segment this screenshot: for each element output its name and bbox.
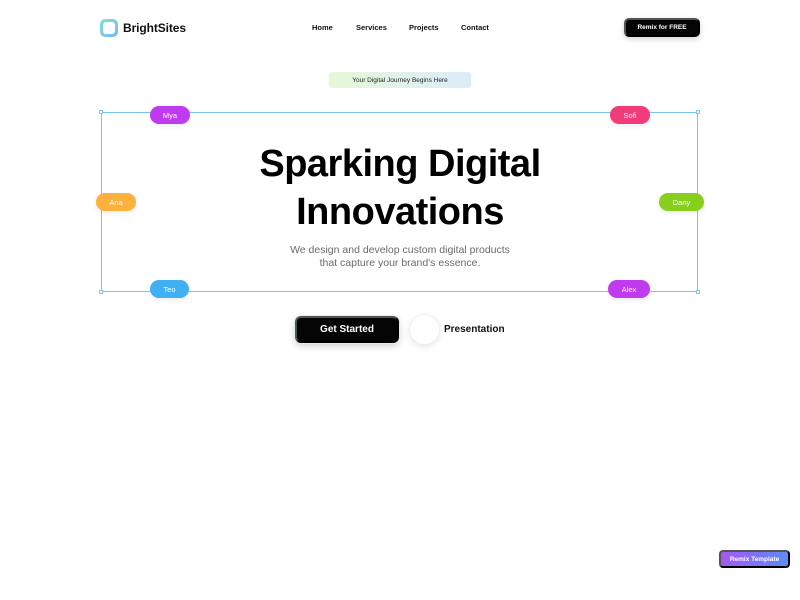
brand-name: BrightSites [123,21,186,35]
hero-subtitle-line1: We design and develop custom digital pro… [290,244,510,256]
nav-contact[interactable]: Contact [461,23,489,32]
presentation-label: Presentation [444,324,505,335]
name-tag-sofi: Sofi [610,106,650,124]
hero-subtitle-line2: that capture your brand's essence. [319,257,481,269]
play-icon [410,315,439,344]
frame-handle-bottom-right [696,290,700,294]
remix-template-badge[interactable]: Remix Template [719,550,790,568]
name-tag-dany: Dany [659,193,704,211]
get-started-button[interactable]: Get Started [295,316,399,343]
site-header: BrightSites Home Services Projects Conta… [0,0,800,56]
main-nav: Home Services Projects Contact [300,23,500,35]
presentation-button[interactable]: Presentation [410,315,505,344]
play-glyph-icon [422,326,428,333]
frame-handle-top-right [696,110,700,114]
brand-logo[interactable]: BrightSites [100,19,186,37]
name-tag-mya: Mya [150,106,190,124]
nav-services[interactable]: Services [356,23,387,32]
frame-handle-top-left [99,110,103,114]
frame-handle-bottom-left [99,290,103,294]
remix-for-free-button[interactable]: Remix for FREE [624,18,700,37]
name-tag-teo: Teo [150,280,189,298]
hero-title-line1: Sparking Digital [259,143,541,185]
hero-title-line2: Innovations [296,191,504,233]
name-tag-alex: Alex [608,280,650,298]
nav-home[interactable]: Home [312,23,333,32]
hero-subtitle: We design and develop custom digital pro… [250,244,550,270]
nav-projects[interactable]: Projects [409,23,439,32]
tagline-pill: Your Digital Journey Begins Here [329,72,471,88]
hero-title: Sparking Digital Innovations [200,140,600,236]
logo-icon [100,19,118,37]
name-tag-ana: Ana [96,193,136,211]
